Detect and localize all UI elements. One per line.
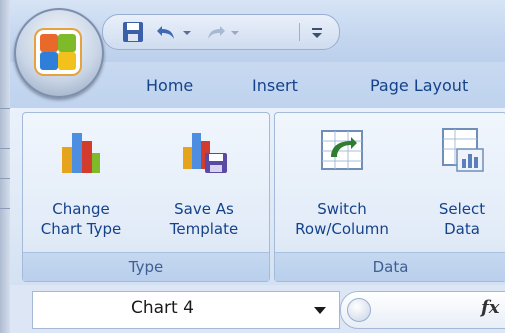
change-chart-type-label: Change Chart Type (40, 200, 122, 238)
group-caption-data: Data (275, 252, 505, 281)
change-chart-type-button[interactable]: Change Chart Type (27, 119, 135, 245)
tab-page-layout[interactable]: Page Layout (370, 76, 468, 95)
switch-row-column-button[interactable]: Switch Row/Column (277, 119, 407, 245)
save-as-template-label: Save As Template (169, 200, 239, 238)
redo-icon[interactable] (203, 21, 227, 43)
chevron-down-icon[interactable] (311, 301, 329, 319)
quick-access-toolbar (102, 14, 340, 50)
ribbon-group-data: Switch Row/Column Select Data Data (274, 112, 505, 282)
undo-dropdown-icon[interactable] (181, 21, 193, 43)
name-box-value: Chart 4 (131, 298, 194, 318)
group-caption-type: Type (23, 252, 269, 281)
save-as-template-icon (183, 133, 227, 173)
undo-icon[interactable] (155, 21, 179, 43)
rail-tick (0, 178, 10, 179)
save-as-template-button[interactable]: Save As Template (147, 119, 261, 245)
save-icon[interactable] (121, 21, 145, 43)
left-rail (0, 0, 10, 333)
formula-bar-row: Chart 4 fx (10, 285, 505, 333)
customize-qat-icon[interactable] (309, 21, 325, 43)
rail-tick (0, 148, 10, 149)
qat-separator (299, 23, 300, 41)
select-data-button[interactable]: Select Data (425, 119, 499, 245)
formula-bar-resize-handle[interactable] (347, 298, 371, 322)
insert-function-icon[interactable]: fx (481, 297, 499, 318)
switch-row-column-icon (321, 130, 363, 170)
select-data-label: Select Data (438, 200, 486, 238)
select-data-icon (442, 128, 484, 172)
tab-home[interactable]: Home (146, 76, 193, 95)
ribbon-group-type: Change Chart Type Save As Template Type (22, 112, 270, 282)
name-box[interactable]: Chart 4 (32, 291, 340, 329)
change-chart-type-icon (62, 133, 100, 173)
office-logo-icon (36, 30, 80, 74)
tab-insert[interactable]: Insert (252, 76, 298, 95)
office-button[interactable] (14, 8, 104, 98)
switch-row-column-label: Switch Row/Column (295, 200, 389, 238)
rail-tick (0, 108, 10, 109)
ribbon-panel: Change Chart Type Save As Template Type (10, 108, 505, 285)
rail-tick (0, 208, 10, 209)
redo-dropdown-icon[interactable] (229, 21, 241, 43)
formula-bar-controls: fx (340, 291, 505, 329)
